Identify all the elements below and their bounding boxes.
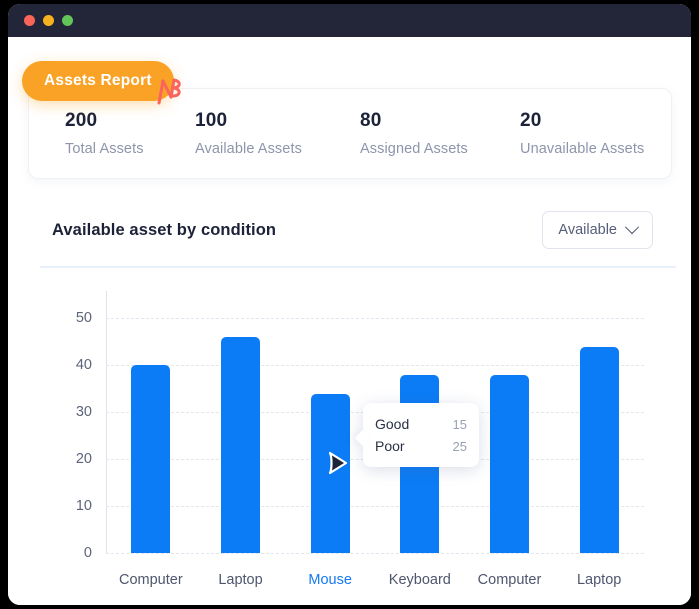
stats-summary-card: 200 Total Assets 100 Available Assets 80… (28, 88, 672, 179)
y-axis-label: 40 (75, 357, 92, 374)
x-axis-label[interactable]: Mouse (308, 572, 352, 588)
window-content: 200 Total Assets 100 Available Assets 80… (8, 37, 691, 605)
y-axis-tick-labels: 0 10 20 30 40 50 (52, 295, 92, 561)
gridline (106, 318, 644, 320)
chevron-down-icon (624, 220, 640, 235)
tooltip-value: 25 (452, 439, 467, 454)
app-window: 200 Total Assets 100 Available Assets 80… (8, 4, 691, 605)
maximize-dot[interactable] (62, 15, 73, 26)
bar[interactable] (579, 346, 619, 553)
gridline (106, 365, 644, 367)
stat-value: 20 (520, 110, 542, 131)
minimize-dot[interactable] (43, 15, 54, 26)
y-axis-label: 50 (75, 310, 92, 327)
y-axis-label: 10 (75, 498, 92, 515)
mouse-cursor-icon (324, 450, 350, 481)
click-mark-icon (149, 75, 189, 116)
bar-chart: 0 10 20 30 40 50 Computer Laptop Mouse Keyboard C… (8, 275, 691, 605)
stat-total-assets: 200 Total Assets (29, 110, 159, 157)
x-axis-label[interactable]: Laptop (577, 572, 621, 588)
page-title: Available asset by condition (52, 220, 277, 239)
x-axis-label[interactable]: Keyboard (389, 572, 451, 588)
window-titlebar (8, 4, 691, 37)
stat-label: Unavailable Assets (520, 141, 645, 157)
tooltip-row: Good 15 (375, 413, 467, 435)
availability-filter-select[interactable]: Available (542, 211, 653, 249)
y-axis-label: 30 (75, 404, 92, 421)
bar[interactable] (131, 365, 171, 553)
x-axis-tick-labels: Computer Laptop Mouse Keyboard Computer Lapto… (106, 572, 644, 596)
bar[interactable] (221, 337, 260, 553)
bar[interactable] (490, 374, 529, 553)
stat-value: 80 (360, 110, 382, 131)
gridline (106, 506, 644, 508)
chart-header: Available asset by condition Available (8, 199, 691, 261)
gridline (106, 553, 644, 554)
x-axis-label[interactable]: Computer (478, 572, 542, 588)
chart-tooltip: Good 15 Poor 25 (363, 403, 479, 467)
x-axis-label[interactable]: Laptop (218, 572, 262, 588)
stat-label: Total Assets (65, 141, 144, 157)
stat-label: Assigned Assets (360, 141, 468, 157)
close-dot[interactable] (24, 15, 35, 26)
tooltip-value: 15 (452, 417, 467, 432)
stat-available-assets: 100 Available Assets (159, 110, 324, 157)
header-divider (40, 266, 676, 268)
filter-selected-value: Available (558, 222, 617, 238)
stat-value: 200 (65, 110, 98, 131)
tooltip-row: Poor 25 (375, 435, 467, 457)
tooltip-key: Good (375, 416, 410, 432)
stat-value: 100 (195, 110, 228, 131)
stat-assigned-assets: 80 Assigned Assets (324, 110, 484, 157)
y-axis-label: 20 (75, 451, 92, 468)
x-axis-label[interactable]: Computer (119, 572, 183, 588)
stat-unavailable-assets: 20 Unavailable Assets (484, 110, 664, 157)
y-axis-label: 0 (83, 545, 92, 561)
tooltip-key: Poor (375, 438, 405, 454)
stat-label: Available Assets (195, 141, 302, 157)
